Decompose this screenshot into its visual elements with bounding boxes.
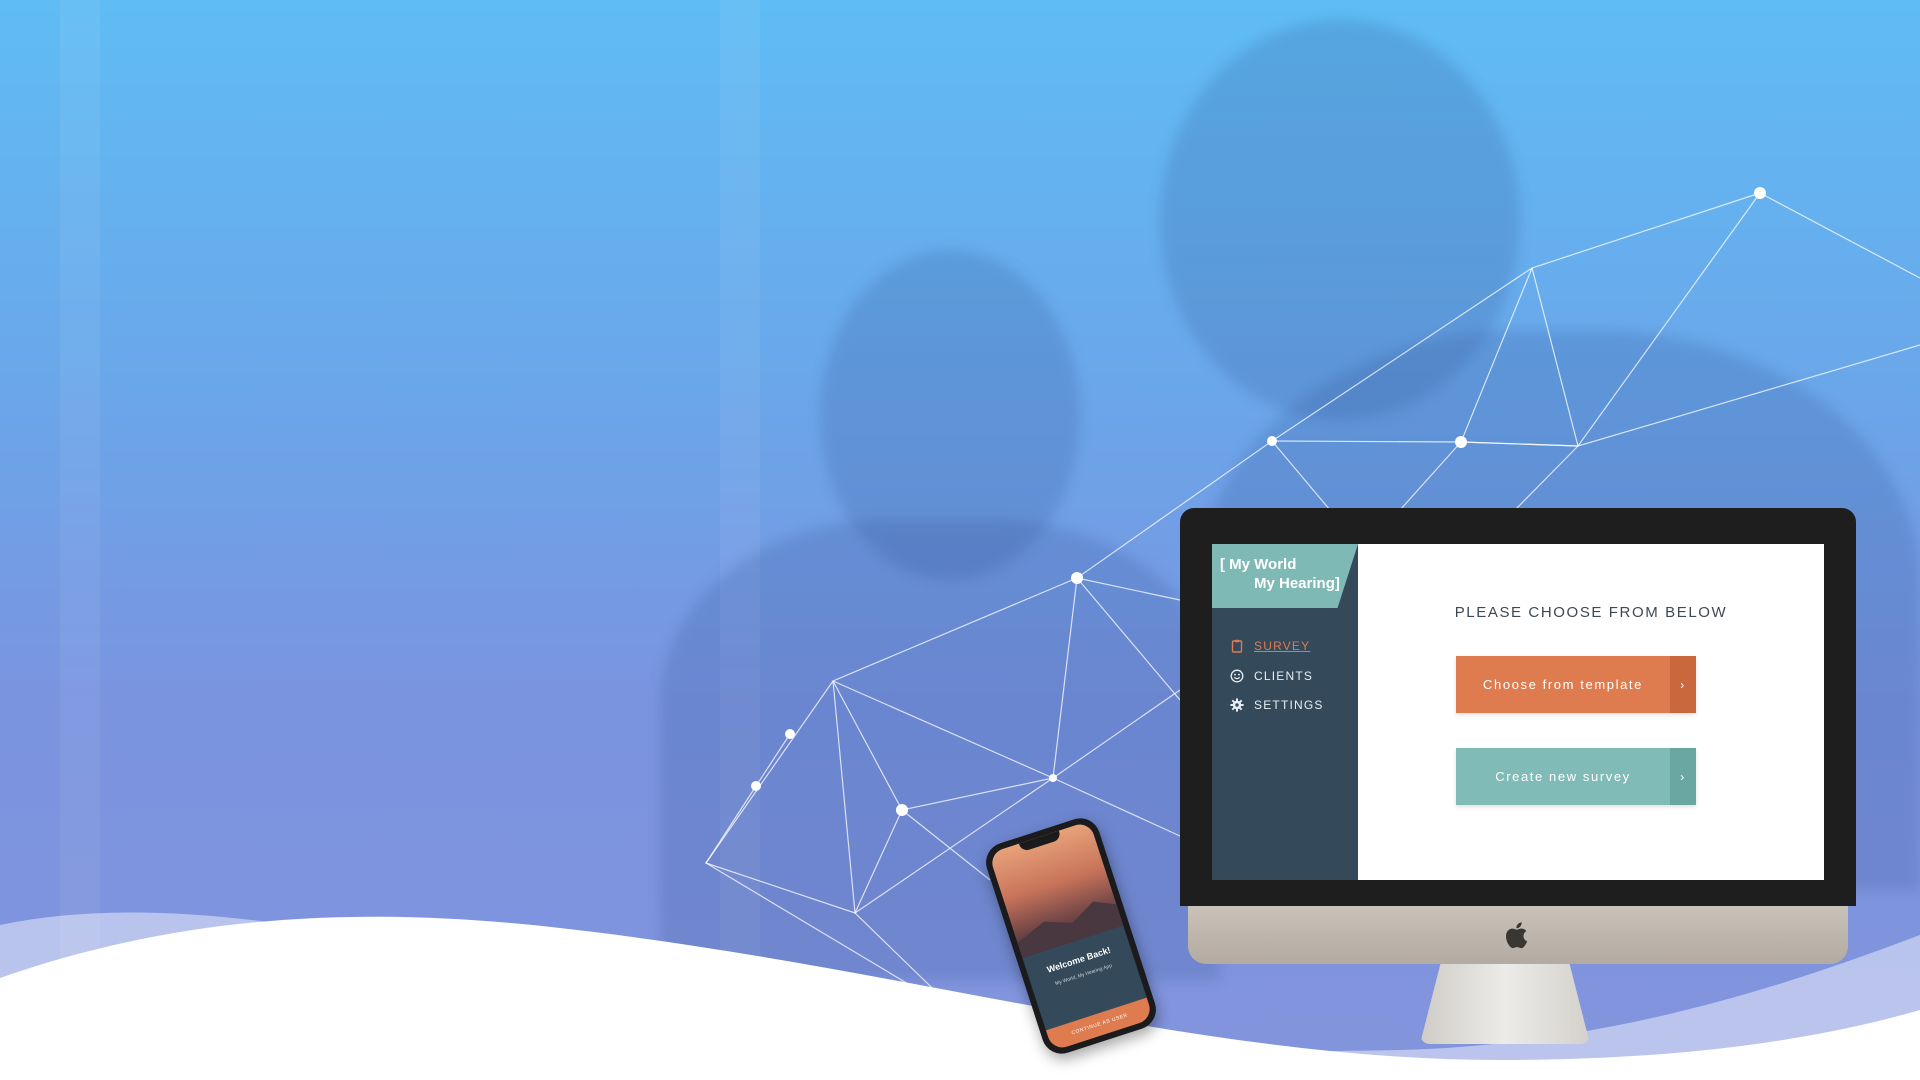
nav-item-clients[interactable]: CLIENTS bbox=[1230, 666, 1313, 686]
brand-line-1: [ My World bbox=[1220, 556, 1297, 573]
app-screen: [ My World My Hearing] SURVEY CLIENTS SE… bbox=[1212, 544, 1824, 880]
choose-template-label: Choose from template bbox=[1483, 677, 1643, 692]
chevron-right-icon: › bbox=[1670, 656, 1696, 713]
clipboard-icon bbox=[1230, 639, 1244, 653]
gear-icon bbox=[1230, 698, 1244, 712]
nav-item-survey[interactable]: SURVEY bbox=[1230, 636, 1310, 656]
brand-line-2: My Hearing] bbox=[1254, 575, 1340, 592]
page-prompt: PLEASE CHOOSE FROM BELOW bbox=[1454, 604, 1728, 621]
nav-label-survey: SURVEY bbox=[1254, 639, 1311, 653]
app-main: PLEASE CHOOSE FROM BELOW Choose from tem… bbox=[1358, 544, 1824, 880]
imac-bezel: [ My World My Hearing] SURVEY CLIENTS SE… bbox=[1180, 508, 1856, 906]
choose-template-button[interactable]: Choose from template › bbox=[1456, 656, 1696, 713]
create-survey-label: Create new survey bbox=[1495, 769, 1631, 784]
app-sidebar: [ My World My Hearing] SURVEY CLIENTS SE… bbox=[1212, 544, 1358, 880]
apple-logo-icon bbox=[1504, 920, 1532, 950]
hero-section: [ My World My Hearing] SURVEY CLIENTS SE… bbox=[0, 0, 1920, 1080]
imac-stand bbox=[1420, 964, 1590, 1044]
nav-label-clients: CLIENTS bbox=[1254, 669, 1314, 683]
smiley-icon bbox=[1230, 669, 1244, 683]
chevron-right-icon: › bbox=[1670, 748, 1696, 805]
nav-item-settings[interactable]: SETTINGS bbox=[1230, 695, 1324, 715]
brand-logo: [ My World My Hearing] bbox=[1212, 544, 1358, 608]
create-survey-button[interactable]: Create new survey › bbox=[1456, 748, 1696, 805]
nav-label-settings: SETTINGS bbox=[1254, 698, 1324, 712]
imac-chin bbox=[1188, 906, 1848, 964]
imac-mockup: [ My World My Hearing] SURVEY CLIENTS SE… bbox=[1180, 508, 1856, 1053]
